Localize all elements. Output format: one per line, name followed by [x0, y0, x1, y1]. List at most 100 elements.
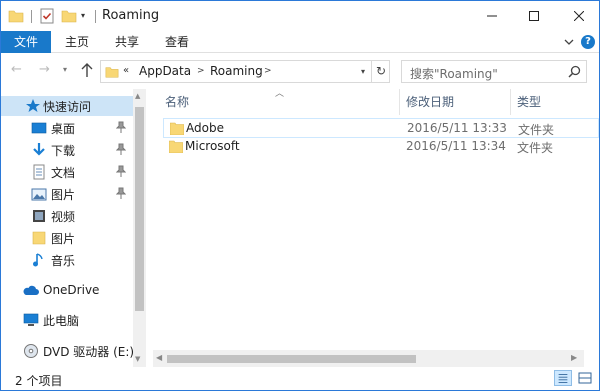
- sidebar-item-videos[interactable]: 视频: [1, 206, 133, 226]
- address-bar[interactable]: « AppData > Roaming > ▾ ↻: [100, 60, 390, 83]
- table-row[interactable]: Microsoft 2016/5/11 13:34 文件夹: [163, 137, 599, 157]
- sidebar-item-label: 图片: [51, 188, 76, 202]
- column-header-name[interactable]: 名称: [165, 89, 189, 115]
- chevron-down-icon[interactable]: ▾: [81, 10, 90, 22]
- sidebar-item-label: 桌面: [51, 122, 76, 136]
- computer-icon: [23, 313, 39, 326]
- file-list: ︿ 名称 修改日期 类型 Adobe 2016/5/11 13:33 文件夹 M…: [153, 89, 599, 367]
- folder-icon: [105, 67, 119, 78]
- sidebar-item-music[interactable]: 音乐: [1, 250, 133, 270]
- properties-icon[interactable]: [40, 8, 54, 24]
- tab-view[interactable]: 查看: [165, 31, 189, 53]
- tab-home[interactable]: 主页: [65, 31, 89, 53]
- sidebar-item-label: 视频: [51, 210, 76, 224]
- chevron-right-icon[interactable]: >: [264, 66, 272, 76]
- item-count: 2 个项目: [15, 374, 63, 388]
- pictures-icon: [31, 188, 47, 201]
- cloud-icon: [23, 285, 39, 295]
- new-folder-icon[interactable]: [61, 8, 77, 24]
- explorer-window: ▾ Roaming 文件 主页 共享 查看 ? ← → ▾ « AppData …: [0, 0, 600, 391]
- folder-icon: [170, 122, 184, 135]
- star-icon: [26, 99, 40, 112]
- column-divider[interactable]: [510, 89, 511, 115]
- back-icon[interactable]: ←: [11, 63, 25, 77]
- sidebar-item-label: 此电脑: [43, 314, 80, 328]
- scrollbar-thumb[interactable]: [167, 355, 416, 363]
- pin-icon[interactable]: [116, 143, 126, 155]
- minimize-button[interactable]: [474, 1, 510, 31]
- folder-icon: [169, 140, 183, 153]
- scroll-down-icon[interactable]: ▼: [135, 355, 140, 363]
- up-arrow-icon[interactable]: [80, 62, 94, 78]
- sidebar-item-documents[interactable]: 文档: [1, 162, 133, 182]
- sidebar-item-pictures[interactable]: 图片: [1, 184, 133, 204]
- refresh-icon[interactable]: ↻: [371, 61, 390, 82]
- video-icon: [33, 210, 45, 222]
- search-icon[interactable]: [568, 65, 581, 78]
- recent-locations-icon[interactable]: ▾: [63, 65, 67, 74]
- sidebar-item-label: 图片: [51, 232, 76, 246]
- sidebar-item-onedrive[interactable]: OneDrive: [1, 281, 133, 301]
- breadcrumb-roaming[interactable]: Roaming: [210, 64, 263, 78]
- sidebar-item-label: 下载: [51, 144, 76, 158]
- document-icon: [33, 164, 45, 180]
- sort-ascending-icon: ︿: [275, 89, 285, 99]
- download-icon: [33, 143, 45, 156]
- file-name: Adobe: [186, 121, 224, 135]
- sidebar-item-label: 快速访问: [43, 100, 92, 114]
- file-date: 2016/5/11 13:33: [407, 121, 507, 135]
- sidebar-item-quick-access[interactable]: 快速访问: [1, 96, 133, 116]
- scroll-right-icon[interactable]: ▶: [571, 353, 577, 362]
- breadcrumb-overflow[interactable]: «: [123, 65, 129, 76]
- expand-ribbon-icon[interactable]: [563, 35, 575, 49]
- tab-share[interactable]: 共享: [115, 31, 139, 53]
- ribbon-tabs: 文件 主页 共享 查看 ?: [1, 31, 599, 53]
- help-icon[interactable]: ?: [581, 35, 595, 49]
- folder-icon[interactable]: [8, 8, 24, 24]
- file-type: 文件夹: [517, 141, 554, 155]
- minimize-icon: [487, 15, 497, 17]
- window-title: Roaming: [102, 8, 160, 23]
- pin-icon[interactable]: [116, 187, 126, 199]
- column-divider[interactable]: [399, 89, 400, 115]
- sidebar-item-label: 音乐: [51, 254, 76, 268]
- breadcrumb-appdata[interactable]: AppData: [139, 64, 191, 78]
- large-icons-view-icon[interactable]: [576, 370, 594, 386]
- details-view-icon[interactable]: [554, 370, 572, 386]
- chevron-right-icon[interactable]: >: [197, 66, 205, 76]
- search-placeholder: 搜索"Roaming": [410, 67, 498, 81]
- pin-icon[interactable]: [116, 121, 126, 133]
- close-button[interactable]: [561, 1, 597, 31]
- title-bar: ▾ Roaming: [1, 1, 599, 31]
- sidebar-item-desktop[interactable]: 桌面: [1, 118, 133, 138]
- scrollbar-thumb[interactable]: [135, 107, 144, 311]
- maximize-button[interactable]: [516, 1, 552, 31]
- sidebar-item-label: OneDrive: [43, 283, 100, 297]
- desktop-icon: [31, 122, 47, 134]
- column-header-type[interactable]: 类型: [517, 89, 541, 115]
- forward-icon[interactable]: →: [39, 63, 53, 77]
- chevron-down-icon[interactable]: ▾: [355, 61, 371, 82]
- file-name: Microsoft: [185, 139, 240, 153]
- navigation-bar: ← → ▾ « AppData > Roaming > ▾ ↻ 搜索"Roami…: [1, 53, 599, 89]
- sidebar-item-label: DVD 驱动器 (E:) 5: [43, 345, 146, 359]
- sidebar-item-dvd-drive[interactable]: DVD 驱动器 (E:) 5: [1, 341, 146, 361]
- tab-file[interactable]: 文件: [1, 31, 51, 53]
- divider: [95, 10, 96, 23]
- scroll-left-icon[interactable]: ◀: [156, 353, 162, 362]
- sidebar-item-this-pc[interactable]: 此电脑: [1, 310, 133, 330]
- pin-icon[interactable]: [116, 165, 126, 177]
- horizontal-scrollbar[interactable]: ◀ ▶: [153, 350, 584, 367]
- scroll-up-icon[interactable]: ▲: [135, 92, 140, 100]
- search-input[interactable]: 搜索"Roaming": [401, 60, 587, 83]
- divider: [31, 10, 32, 23]
- sidebar-item-label: 文档: [51, 166, 76, 180]
- sidebar-item-folder-pictures[interactable]: 图片: [1, 228, 133, 248]
- file-date: 2016/5/11 13:34: [406, 139, 506, 153]
- sidebar-item-downloads[interactable]: 下载: [1, 140, 133, 160]
- status-bar: 2 个项目: [1, 367, 599, 390]
- table-row[interactable]: Adobe 2016/5/11 13:33 文件夹: [163, 118, 599, 138]
- file-type: 文件夹: [518, 123, 555, 137]
- column-header-date[interactable]: 修改日期: [406, 89, 454, 115]
- maximize-icon: [529, 11, 539, 21]
